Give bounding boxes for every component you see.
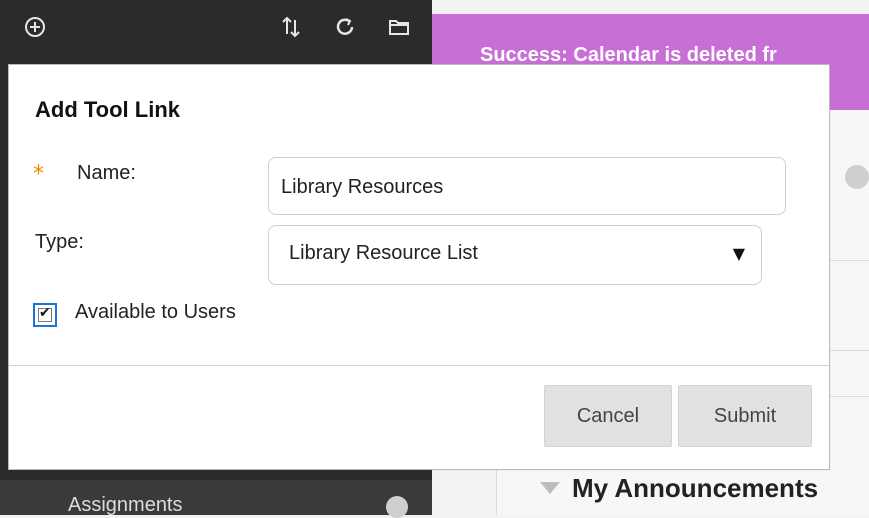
folder-icon[interactable] [386, 14, 412, 40]
chevron-down-icon[interactable] [845, 165, 869, 189]
type-select-value: Library Resource List [289, 242, 478, 264]
sort-arrows-icon[interactable] [278, 14, 304, 40]
dropdown-arrow-icon: ▼ [732, 244, 745, 263]
available-label[interactable]: Available to Users [75, 301, 236, 324]
announcements-header[interactable]: My Announcements [540, 468, 818, 508]
sidebar-item-label: Assignments [68, 494, 183, 516]
sidebar-toolbar [0, 14, 432, 50]
sidebar-item-assignments[interactable]: Assignments [0, 480, 432, 518]
required-marker: * [33, 162, 44, 187]
name-label: Name: [77, 162, 136, 184]
refresh-icon[interactable] [332, 14, 358, 40]
submit-button[interactable]: Submit [678, 385, 812, 447]
add-circle-icon[interactable] [22, 14, 48, 40]
available-checkbox[interactable]: ✔ [33, 303, 57, 327]
add-tool-link-dialog: Add Tool Link * Name: Library Resources … [8, 64, 830, 470]
announcements-title: My Announcements [572, 472, 819, 503]
type-select[interactable]: Library Resource List ▼ [268, 225, 762, 285]
type-label: Type: [35, 231, 84, 253]
expand-triangle-icon[interactable] [540, 482, 560, 494]
checkmark-icon: ✔ [39, 305, 51, 321]
checkbox-box: ✔ [38, 305, 52, 322]
dialog-title: Add Tool Link [35, 97, 181, 122]
name-input[interactable]: Library Resources [268, 157, 786, 215]
cancel-button[interactable]: Cancel [544, 385, 672, 447]
dialog-divider [9, 365, 829, 366]
